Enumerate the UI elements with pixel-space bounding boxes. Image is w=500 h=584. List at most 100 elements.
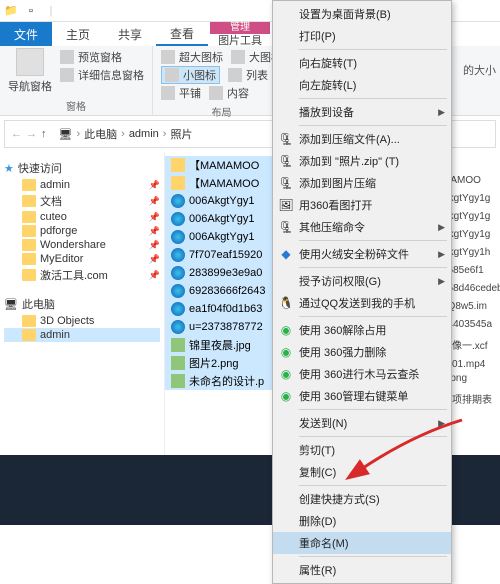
view-list[interactable]: 列表	[228, 66, 268, 84]
sidebar-item[interactable]: 激活工具.com📌	[4, 266, 160, 284]
cm-send-to[interactable]: 发送到(N)▶	[273, 412, 451, 434]
folder-icon	[22, 329, 36, 341]
details-pane-button[interactable]: 详细信息窗格	[60, 66, 144, 84]
sidebar-item[interactable]: admin📌	[4, 178, 160, 192]
back-button[interactable]: ←	[11, 128, 22, 140]
tab-home[interactable]: 主页	[52, 22, 104, 46]
sidebar-this-pc[interactable]: 🖥此电脑	[4, 294, 160, 314]
view-tiles[interactable]: 平铺	[161, 84, 201, 102]
cm-add-archive[interactable]: 🗜添加到压缩文件(A)...	[273, 128, 451, 150]
qq-icon: 🐧	[278, 295, 294, 311]
qat-icon[interactable]: ▫	[24, 4, 38, 18]
nav-pane-label: 导航窗格	[8, 78, 52, 94]
star-icon: ★	[4, 162, 14, 175]
breadcrumb-this-pc[interactable]: 此电脑	[84, 126, 117, 142]
file-name: 006AkgtYgy1	[189, 213, 254, 225]
cm-360-cloud-scan[interactable]: ◉使用 360进行木马云查杀	[273, 363, 451, 385]
shield-icon: ◆	[278, 246, 294, 262]
context-menu[interactable]: 设置为桌面背景(B) 打印(P) 向右旋转(T) 向左旋转(L) 播放到设备▶ …	[272, 0, 452, 584]
cm-set-background[interactable]: 设置为桌面背景(B)	[273, 3, 451, 25]
preview-pane-icon	[60, 50, 74, 64]
nav-pane-icon	[16, 48, 44, 76]
sidebar-item[interactable]: admin	[4, 328, 160, 342]
file-name: 【MAMAMOO	[189, 175, 259, 191]
img-icon	[171, 374, 185, 388]
edge-icon	[171, 248, 185, 262]
archive-icon: 🗜	[278, 131, 294, 147]
file-name: 【MAMAMOO	[189, 157, 259, 173]
up-button[interactable]: ↑	[41, 128, 47, 140]
file-name: 006AkgtYgy1	[189, 231, 254, 243]
cm-print[interactable]: 打印(P)	[273, 25, 451, 47]
qat-separator: |	[44, 4, 58, 18]
file-name: 图片2.png	[189, 355, 239, 371]
cm-add-zip[interactable]: 🗜添加到 "照片.zip" (T)	[273, 150, 451, 172]
cm-other-compress[interactable]: 🗜其他压缩命令▶	[273, 216, 451, 238]
cm-add-pic-compress[interactable]: 🗜添加到图片压缩	[273, 172, 451, 194]
chevron-right-icon: ▶	[438, 107, 445, 118]
cm-properties[interactable]: 属性(R)	[273, 559, 451, 581]
nav-sidebar[interactable]: ★快速访问 admin📌文档📌cuteo📌pdforge📌Wondershare…	[0, 152, 165, 462]
breadcrumb-pc-icon: 🖥	[59, 128, 73, 141]
sidebar-item[interactable]: Wondershare📌	[4, 238, 160, 252]
cm-shortcut[interactable]: 创建快捷方式(S)	[273, 488, 451, 510]
sidebar-item[interactable]: 文档📌	[4, 192, 160, 210]
view-small[interactable]: 小图标	[161, 66, 220, 84]
chevron-right-icon: ▶	[438, 222, 445, 233]
file-name: 未命名的设计.p	[189, 373, 264, 389]
edge-icon	[171, 230, 185, 244]
archive-icon: 🗜	[278, 219, 294, 235]
sidebar-item[interactable]: cuteo📌	[4, 210, 160, 224]
sidebar-item[interactable]: pdforge📌	[4, 224, 160, 238]
forward-button[interactable]: →	[26, 128, 37, 140]
view-content[interactable]: 内容	[209, 84, 249, 102]
edge-icon	[171, 212, 185, 226]
cm-360-context-menu[interactable]: ◉使用 360管理右键菜单	[273, 385, 451, 407]
sidebar-item[interactable]: MyEditor📌	[4, 252, 160, 266]
file-name: 006AkgtYgy1	[189, 195, 254, 207]
cm-qq-send[interactable]: 🐧通过QQ发送到我的手机	[273, 292, 451, 314]
file-name: u=2373878772	[189, 321, 263, 333]
360-icon: ◉	[278, 322, 294, 338]
edge-icon	[171, 320, 185, 334]
preview-pane-button[interactable]: 预览窗格	[60, 48, 144, 66]
pc-icon: 🖥	[4, 298, 18, 311]
cm-open-360[interactable]: 🖼用360看图打开	[273, 194, 451, 216]
details-pane-label: 详细信息窗格	[78, 67, 144, 83]
img-icon	[171, 356, 185, 370]
folder-icon: 📁	[4, 4, 18, 18]
360-icon: ◉	[278, 388, 294, 404]
cm-rotate-left[interactable]: 向左旋转(L)	[273, 74, 451, 96]
tab-share[interactable]: 共享	[104, 22, 156, 46]
file-name: 283899e3e9a0	[189, 267, 262, 279]
chevron-right-icon: ▶	[438, 418, 445, 429]
folder-icon	[22, 253, 36, 265]
chevron-right-icon: ▶	[438, 249, 445, 260]
view-extra-large[interactable]: 超大图标	[161, 48, 223, 66]
folder-icon	[22, 225, 36, 237]
folder-icon	[171, 158, 185, 172]
tab-picture-tools[interactable]: 图片工具	[210, 34, 270, 46]
cm-360-force-delete[interactable]: ◉使用 360强力删除	[273, 341, 451, 363]
cm-copy[interactable]: 复制(C)	[273, 461, 451, 483]
cm-permissions[interactable]: 授予访问权限(G)▶	[273, 270, 451, 292]
breadcrumb-photos[interactable]: 照片	[170, 126, 192, 142]
cm-huorong-shred[interactable]: ◆使用火绒安全粉碎文件▶	[273, 243, 451, 265]
360-icon: ◉	[278, 344, 294, 360]
cm-rename[interactable]: 重命名(M)	[273, 532, 451, 554]
sidebar-quick-access[interactable]: ★快速访问	[4, 158, 160, 178]
tab-view[interactable]: 查看	[156, 22, 208, 46]
edge-icon	[171, 266, 185, 280]
cm-cut[interactable]: 剪切(T)	[273, 439, 451, 461]
cm-360-unlock[interactable]: ◉使用 360解除占用	[273, 319, 451, 341]
tab-file[interactable]: 文件	[0, 22, 52, 46]
cm-rotate-right[interactable]: 向右旋转(T)	[273, 52, 451, 74]
folder-icon	[22, 239, 36, 251]
edge-icon	[171, 302, 185, 316]
sidebar-item[interactable]: 3D Objects	[4, 314, 160, 328]
cm-delete[interactable]: 删除(D)	[273, 510, 451, 532]
folder-icon	[22, 179, 36, 191]
nav-pane-button[interactable]: 导航窗格	[8, 48, 52, 94]
cm-cast[interactable]: 播放到设备▶	[273, 101, 451, 123]
breadcrumb-admin[interactable]: admin	[129, 128, 159, 140]
